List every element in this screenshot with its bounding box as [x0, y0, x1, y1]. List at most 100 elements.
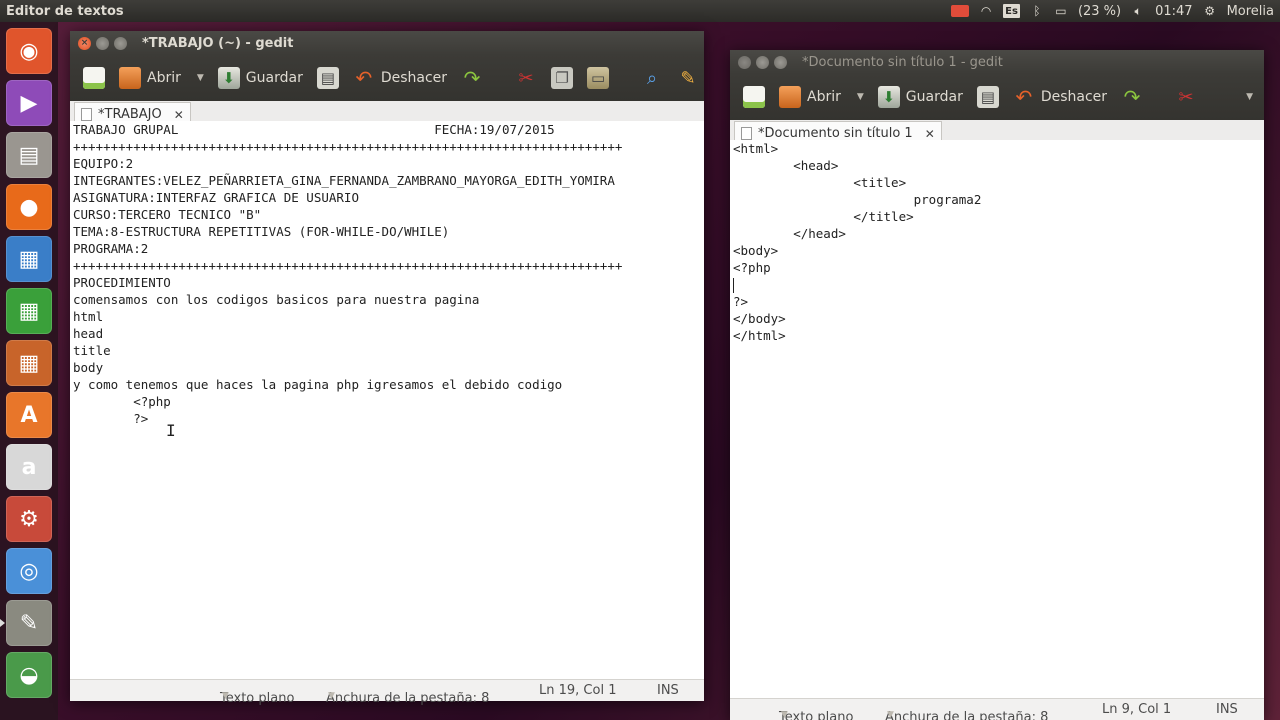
- open-label: Abrir: [147, 70, 181, 86]
- active-app-title: Editor de textos: [6, 3, 124, 19]
- editor-line: </html>: [733, 328, 786, 343]
- print-button[interactable]: ▤: [312, 63, 344, 93]
- editor-line: INTEGRANTES:VELEZ_PEÑARRIETA_GINA_FERNAN…: [73, 173, 615, 188]
- editor-line: [733, 276, 1264, 293]
- launcher-recorder-icon[interactable]: ◒: [6, 652, 52, 698]
- find-button[interactable]: ⌕: [636, 63, 668, 93]
- launcher-libreoffice-writer-icon[interactable]: ▦: [6, 236, 52, 282]
- launcher-files-icon[interactable]: ▤: [6, 132, 52, 178]
- chevron-down-icon: ▼: [781, 709, 788, 720]
- save-button[interactable]: ⬇ Guardar: [873, 82, 968, 112]
- toolbar: Abrir ▼ ⬇ Guardar ▤ ↶ Deshacer ↷ ✂ ▼: [730, 74, 1264, 120]
- launcher-amazon-icon[interactable]: a: [6, 444, 52, 490]
- insert-mode: INS: [657, 683, 679, 698]
- bluetooth-icon[interactable]: ᛒ: [1030, 3, 1044, 19]
- editor-line: <?php: [733, 260, 771, 275]
- undo-label: Deshacer: [1040, 89, 1108, 105]
- insert-mode: INS: [1216, 702, 1238, 717]
- editor-line: ASIGNATURA:INTERFAZ GRAFICA DE USUARIO: [73, 190, 359, 205]
- toolbar: Abrir ▼ ⬇ Guardar ▤ ↶ Deshacer ↷ ✂ ❐ ▭ ⌕ ✎: [70, 55, 704, 101]
- editor-line: <body>: [733, 243, 779, 258]
- redo-button[interactable]: ↷: [456, 63, 488, 93]
- launcher-ubuntu-dash-icon[interactable]: ◉: [6, 28, 52, 74]
- launcher-firefox-icon[interactable]: ●: [6, 184, 52, 230]
- new-document-button[interactable]: [738, 82, 770, 112]
- save-label: Guardar: [245, 70, 303, 86]
- new-document-button[interactable]: [78, 63, 110, 93]
- window-title: *TRABAJO (~) - gedit: [142, 35, 294, 51]
- settings-gear-icon[interactable]: ⚙: [1203, 3, 1217, 19]
- open-recent-dropdown[interactable]: ▼: [850, 82, 869, 112]
- search-icon: ⌕: [647, 67, 658, 89]
- launcher-libreoffice-calc-icon[interactable]: ▦: [6, 288, 52, 334]
- undo-button[interactable]: ↶ Deshacer: [348, 63, 452, 93]
- close-window-icon[interactable]: [738, 55, 751, 69]
- close-tab-icon[interactable]: ✕: [925, 127, 935, 141]
- maximize-window-icon[interactable]: [114, 36, 127, 50]
- editor-line: title: [73, 343, 111, 358]
- clipboard-icon: ▭: [587, 67, 610, 89]
- window-titlebar[interactable]: × *TRABAJO (~) - gedit: [70, 31, 704, 55]
- copy-icon: ❐: [551, 67, 574, 89]
- open-button[interactable]: Abrir: [774, 82, 846, 112]
- editor-line: CURSO:TERCERO TECNICO "B": [73, 207, 262, 222]
- undo-button[interactable]: ↶ Deshacer: [1008, 82, 1112, 112]
- cut-button[interactable]: ✂: [510, 63, 542, 93]
- text-caret: [733, 278, 734, 293]
- save-icon: ⬇: [877, 86, 900, 108]
- window-titlebar[interactable]: *Documento sin título 1 - gedit: [730, 50, 1264, 74]
- battery-icon[interactable]: ▭: [1054, 3, 1068, 19]
- overflow-menu-button[interactable]: ▼: [1239, 82, 1258, 112]
- editor-line: EQUIPO:2: [73, 156, 134, 171]
- launcher-system-settings-icon[interactable]: ⚙: [6, 496, 52, 542]
- save-icon: ⬇: [217, 67, 240, 89]
- editor-line: body: [73, 360, 104, 375]
- tab-label: *Documento sin título 1: [758, 126, 913, 141]
- editor-line: </head>: [733, 226, 846, 241]
- minimize-window-icon[interactable]: [96, 36, 109, 50]
- editor-line: TEMA:8-ESTRUCTURA REPETITIVAS (FOR-WHILE…: [73, 224, 450, 239]
- editor-line: html: [73, 309, 104, 324]
- minimize-window-icon[interactable]: [756, 55, 769, 69]
- paste-button[interactable]: ▭: [582, 63, 614, 93]
- close-tab-icon[interactable]: ✕: [174, 108, 184, 122]
- language-label: Texto plano: [220, 690, 295, 706]
- open-recent-dropdown[interactable]: ▼: [190, 63, 209, 93]
- window-title: *Documento sin título 1 - gedit: [802, 54, 1003, 70]
- text-editor-area[interactable]: <html> <head> <title> programa2 </title>…: [730, 140, 1264, 698]
- document-icon: [741, 127, 752, 140]
- volume-icon[interactable]: 🔈︎: [1131, 3, 1145, 19]
- launcher: ◉ ▶ ▤ ● ▦ ▦ ▦ Aa ⚙ ◎ ✎ ◒: [0, 22, 58, 720]
- printer-icon: ▤: [316, 67, 339, 89]
- open-button[interactable]: Abrir: [114, 63, 186, 93]
- maximize-window-icon[interactable]: [774, 55, 787, 69]
- record-icon[interactable]: [951, 5, 970, 17]
- battery-percent[interactable]: (23 %): [1078, 4, 1121, 19]
- editor-line: PROGRAMA:2: [73, 241, 149, 256]
- replace-button[interactable]: ✎: [672, 63, 704, 93]
- launcher-chromium-icon[interactable]: ◎: [6, 548, 52, 594]
- launcher-text-editor-icon[interactable]: ✎: [0, 600, 52, 646]
- wifi-icon[interactable]: ◠: [979, 3, 993, 19]
- new-document-icon: [83, 67, 105, 89]
- print-button[interactable]: ▤: [972, 82, 1004, 112]
- clock[interactable]: 01:47: [1155, 4, 1192, 19]
- keyboard-language-icon[interactable]: Es: [1003, 4, 1020, 18]
- text-editor-area[interactable]: TRABAJO GRUPAL FECHA:19/07/2015 +++++++++…: [70, 121, 704, 679]
- user-name[interactable]: Morelia: [1227, 4, 1274, 19]
- close-window-icon[interactable]: ×: [78, 36, 91, 50]
- launcher-software-center-icon[interactable]: A: [6, 392, 52, 438]
- copy-button[interactable]: ❐: [546, 63, 578, 93]
- launcher-libreoffice-impress-icon[interactable]: ▦: [6, 340, 52, 386]
- launcher-video-app-icon[interactable]: ▶: [6, 80, 52, 126]
- editor-line: PROCEDIMIENTO: [73, 275, 171, 290]
- redo-icon: ↷: [1123, 85, 1141, 109]
- editor-line: programa2: [733, 192, 982, 207]
- redo-button[interactable]: ↷: [1116, 82, 1148, 112]
- scissors-icon: ✂: [518, 67, 534, 89]
- undo-icon: ↶: [1015, 85, 1033, 109]
- save-button[interactable]: ⬇ Guardar: [213, 63, 308, 93]
- cut-button[interactable]: ✂: [1170, 82, 1202, 112]
- redo-icon: ↷: [463, 66, 481, 90]
- tab-width-label: Anchura de la pestaña: 8: [885, 709, 1049, 720]
